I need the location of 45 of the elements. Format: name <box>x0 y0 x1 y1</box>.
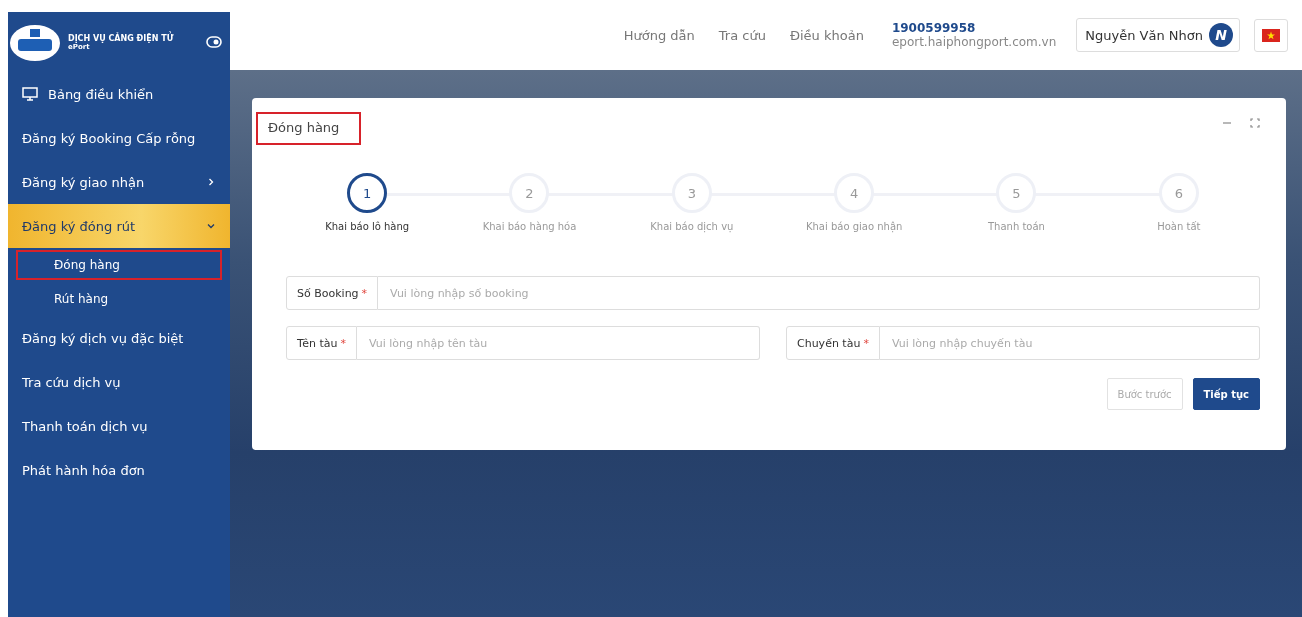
sidebar-item[interactable]: Đăng ký dịch vụ đặc biệt <box>8 316 230 360</box>
step-circle: 4 <box>834 173 875 213</box>
toggle-icon[interactable] <box>206 36 222 48</box>
header-link[interactable]: Hướng dẫn <box>623 27 695 43</box>
hotline-number: 1900599958 <box>891 21 977 35</box>
sidebar-item[interactable]: Phát hành hóa đơn <box>8 448 230 492</box>
field-label: Chuyến tàu * <box>786 326 880 360</box>
step-circle: 2 <box>509 173 550 213</box>
brand-title: DỊCH VỤ CẢNG ĐIỆN TỬ <box>68 33 175 43</box>
input-field[interactable]: Vui lòng nhập chuyến tàu <box>879 326 1260 360</box>
chevron-right-icon <box>206 177 216 187</box>
sidebar-item[interactable]: Tra cứu dịch vụ <box>8 360 230 404</box>
step-circle: 3 <box>671 173 712 213</box>
sidebar-item[interactable]: Đăng ký Booking Cấp rỗng <box>8 116 230 160</box>
sidebar-subitem[interactable]: Đóng hàng <box>16 250 222 280</box>
step-circle: 1 <box>347 173 388 213</box>
input-field[interactable]: Vui lòng nhập tên tàu <box>356 326 760 360</box>
panel-title: Đóng hàng <box>256 112 362 145</box>
website-address: eport.haiphongport.com.vn <box>891 35 1057 49</box>
step-label: Hoàn tất <box>1157 221 1201 232</box>
monitor-icon <box>22 87 38 101</box>
step-label: Khai báo hàng hóa <box>482 221 577 232</box>
fullscreen-icon[interactable] <box>1250 118 1260 128</box>
continue-button[interactable]: Tiếp tục <box>1192 378 1260 410</box>
field-label: Tên tàu * <box>286 326 357 360</box>
user-avatar: N <box>1209 23 1233 47</box>
sidebar-item[interactable]: Thanh toán dịch vụ <box>8 404 230 448</box>
step-circle: 5 <box>996 173 1037 213</box>
header-link[interactable]: Tra cứu <box>718 27 766 43</box>
step-circle: 6 <box>1158 173 1199 213</box>
sidebar-item[interactable]: Đăng ký giao nhận <box>8 160 230 204</box>
language-button[interactable] <box>1254 18 1288 52</box>
sidebar-item[interactable]: Bảng điều khiển <box>8 72 230 116</box>
field-label: Số Booking * <box>286 276 379 310</box>
sidebar-item[interactable]: Đăng ký đóng rút <box>8 204 230 248</box>
sidebar-subitem[interactable]: Rút hàng <box>16 284 222 314</box>
input-field[interactable]: Vui lòng nhập số booking <box>378 276 1260 310</box>
step-label: Khai báo dịch vụ <box>650 221 734 232</box>
header-link[interactable]: Điều khoản <box>789 27 864 43</box>
step-label: Thanh toán <box>988 221 1045 232</box>
step-label: Khai báo lô hàng <box>325 221 410 232</box>
user-menu-button[interactable]: Nguyễn Văn Nhơn N <box>1076 18 1240 52</box>
chevron-down-icon <box>206 221 216 231</box>
flag-icon <box>1262 28 1280 42</box>
step-label: Khai báo giao nhận <box>805 221 903 232</box>
